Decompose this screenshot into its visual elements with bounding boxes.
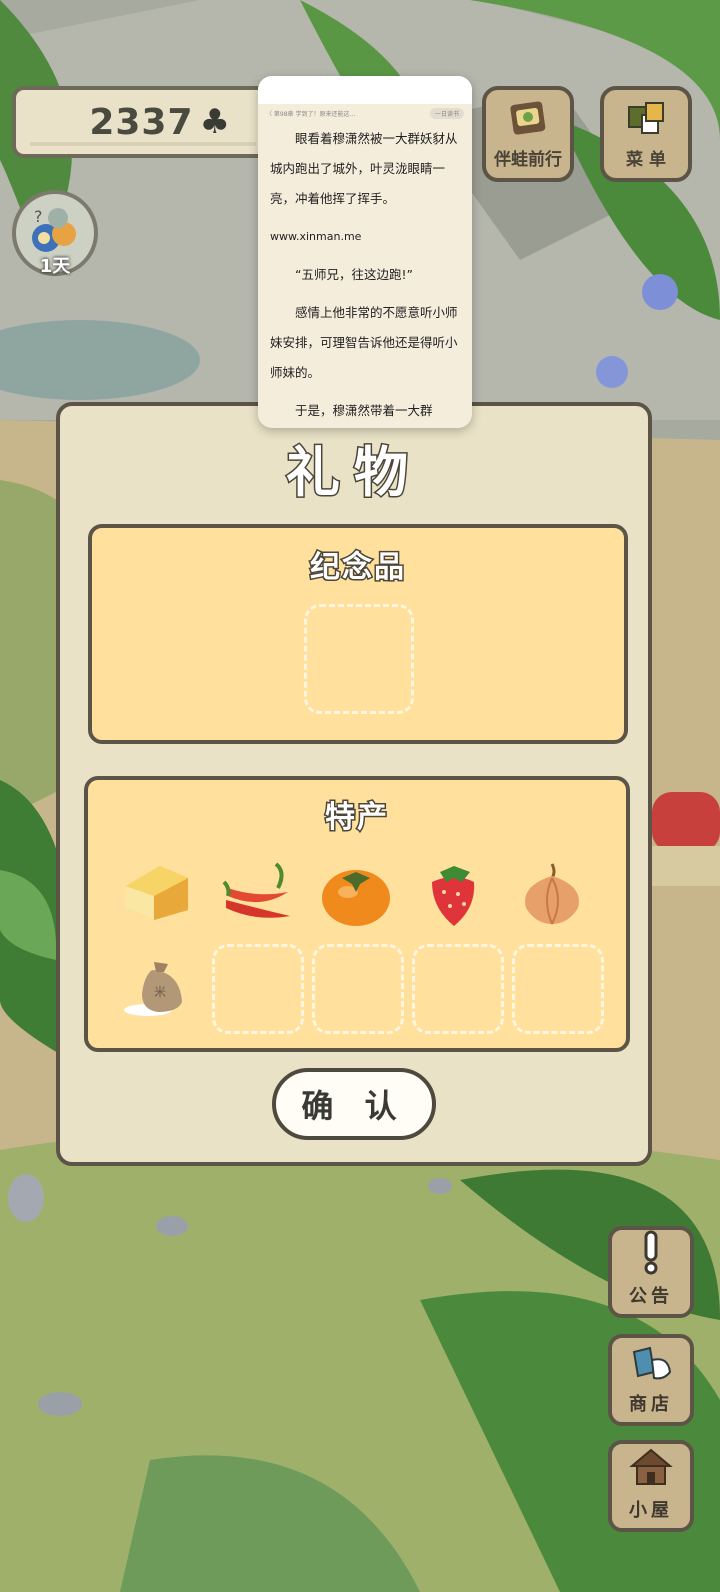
reader-paragraph: 眼看着穆潇然被一大群妖豺从城内跑出了城外，叶灵泷眼睛一亮，冲着他挥了挥手。 (270, 131, 458, 206)
shop-bags-icon (632, 1346, 672, 1380)
clover-count: 2337 (89, 101, 194, 143)
gift-dialog: 礼物 纪念品 特产 米 (56, 402, 652, 1166)
shop-label: 商店 (629, 1394, 673, 1415)
souvenir-box: 纪念品 (88, 524, 628, 744)
menu-button[interactable]: 菜 单 (600, 86, 692, 182)
clover-icon: ♣ (199, 102, 230, 142)
gift-title: 礼物 (285, 440, 422, 506)
chili-pepper-icon[interactable] (216, 852, 296, 932)
chapter-title: 〈 第98章 学到了！原来还能这… (266, 110, 356, 118)
rice-sack-icon[interactable]: 米 (118, 944, 198, 1024)
clover-counter: 2337 ♣ (12, 86, 274, 158)
reader-paragraph: “五师兄，往这边跑!” (295, 267, 413, 282)
souvenir-slot[interactable] (304, 604, 414, 714)
reader-url: www.xinman.me (270, 230, 362, 243)
travel-with-frog-button[interactable]: 伴蛙前行 (482, 86, 574, 182)
counter-underline (30, 142, 256, 146)
confirm-button[interactable]: 确 认 (272, 1068, 436, 1140)
notice-button[interactable]: 公告 (608, 1226, 694, 1318)
menu-cards-icon (628, 102, 664, 134)
specialty-slot-empty[interactable] (412, 944, 504, 1034)
reader-header: 〈 第98章 学到了！原来还能这… 一日读书 (258, 104, 472, 122)
onion-icon[interactable] (512, 852, 592, 932)
notice-label: 公告 (629, 1286, 673, 1307)
house-label: 小屋 (629, 1500, 673, 1521)
specialty-slot-empty[interactable] (212, 944, 304, 1034)
shop-button[interactable]: 商店 (608, 1334, 694, 1426)
svg-text:米: 米 (154, 985, 166, 999)
souvenir-label: 纪念品 (309, 549, 406, 587)
specialty-slot-empty[interactable] (312, 944, 404, 1034)
specialty-slot-empty[interactable] (512, 944, 604, 1034)
exclamation-icon (644, 1230, 658, 1275)
reader-paragraph: 于是，穆潇然带着一大群 (295, 403, 433, 418)
frog-status-button[interactable]: ? 1天 (12, 190, 98, 277)
frog-book-icon (510, 101, 546, 135)
house-button[interactable]: 小屋 (608, 1440, 694, 1532)
specialty-box: 特产 米 (84, 776, 630, 1052)
strawberry-icon[interactable] (414, 852, 494, 932)
specialty-label: 特产 (324, 799, 389, 837)
menu-label: 菜 单 (626, 150, 666, 170)
cheese-icon[interactable] (118, 852, 198, 932)
svg-text:?: ? (34, 207, 43, 226)
persimmon-icon[interactable] (316, 852, 396, 932)
house-icon (629, 1448, 673, 1485)
reader-paragraph: 感情上他非常的不愿意听小师妹安排，可理智告诉他还是得听小师妹的。 (270, 305, 458, 380)
reader-overlay[interactable]: 〈 第98章 学到了！原来还能这… 一日读书 眼看着穆潇然被一大群妖豺从城内跑出… (258, 76, 472, 428)
frog-days-label: 1天 (39, 256, 71, 277)
travel-label: 伴蛙前行 (494, 150, 562, 170)
reader-text: 眼看着穆潇然被一大群妖豺从城内跑出了城外，叶灵泷眼睛一亮，冲着他挥了挥手。 ww… (258, 122, 472, 426)
reader-top-bar (258, 76, 472, 104)
reader-mode-pill[interactable]: 一日读书 (429, 107, 464, 119)
